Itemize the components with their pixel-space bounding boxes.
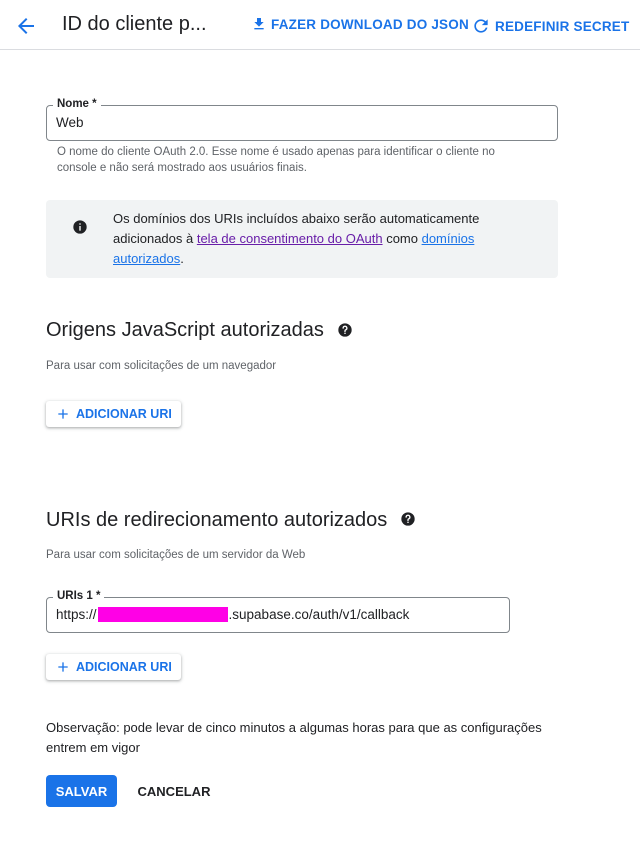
name-field-value: Web: [56, 115, 84, 130]
help-icon[interactable]: [400, 511, 416, 527]
reset-secret-label: REDEFINIR SECRET: [495, 18, 630, 34]
redacted-block: [97, 607, 228, 622]
redirect-uri-value: https:// .supabase.co/auth/v1/callback: [56, 607, 409, 622]
redirect-uri-prefix: https://: [56, 607, 97, 622]
back-button[interactable]: [14, 14, 38, 38]
page-title: ID do cliente p...: [62, 13, 207, 35]
cancel-button[interactable]: CANCELAR: [131, 775, 217, 807]
download-json-label: FAZER DOWNLOAD DO JSON: [271, 16, 469, 32]
refresh-icon: [474, 19, 488, 33]
reset-secret-button[interactable]: REDEFINIR SECRET: [471, 16, 629, 36]
info-text-middle: como: [382, 231, 422, 246]
consent-screen-link[interactable]: tela de consentimento do OAuth: [197, 231, 383, 246]
redirect-uri-field[interactable]: URIs 1 * https:// .supabase.co/auth/v1/c…: [46, 590, 510, 633]
arrow-back-icon: [18, 18, 34, 34]
help-icon[interactable]: [337, 322, 353, 338]
redirect-uris-subtitle: Para usar com solicitações de um servido…: [46, 549, 306, 561]
name-field[interactable]: Nome * Web: [46, 98, 558, 141]
plus-icon: [58, 662, 68, 672]
info-text: Os domínios dos URIs incluídos abaixo se…: [113, 209, 533, 269]
save-button[interactable]: SALVAR: [46, 775, 117, 807]
add-redirect-uri-button[interactable]: ADICIONAR URI: [46, 654, 181, 680]
js-origins-subtitle: Para usar com solicitações de um navegad…: [46, 360, 277, 372]
redirect-uris-title: URIs de redirecionamento autorizados: [46, 509, 388, 531]
info-box: Os domínios dos URIs incluídos abaixo se…: [46, 200, 558, 278]
app-header: ID do cliente p... FAZER DOWNLOAD DO JSO…: [0, 0, 640, 50]
js-origins-title: Origens JavaScript autorizadas: [46, 319, 324, 341]
add-redirect-uri-label: ADICIONAR URI: [76, 660, 172, 674]
note-text: Observação: pode levar de cinco minutos …: [46, 720, 542, 755]
add-js-origin-label: ADICIONAR URI: [76, 407, 172, 421]
redirect-uri-suffix: .supabase.co/auth/v1/callback: [228, 607, 410, 622]
download-json-button[interactable]: FAZER DOWNLOAD DO JSON: [251, 16, 469, 32]
name-field-label: Nome *: [53, 98, 101, 110]
name-helper-text: O nome do cliente OAuth 2.0. Esse nome é…: [57, 146, 495, 174]
add-js-origin-button[interactable]: ADICIONAR URI: [46, 401, 181, 427]
download-icon: [254, 18, 264, 30]
info-text-after: .: [180, 251, 184, 266]
plus-icon: [58, 409, 68, 419]
info-icon: [73, 220, 87, 234]
redirect-uri-field-label: URIs 1 *: [53, 590, 105, 602]
